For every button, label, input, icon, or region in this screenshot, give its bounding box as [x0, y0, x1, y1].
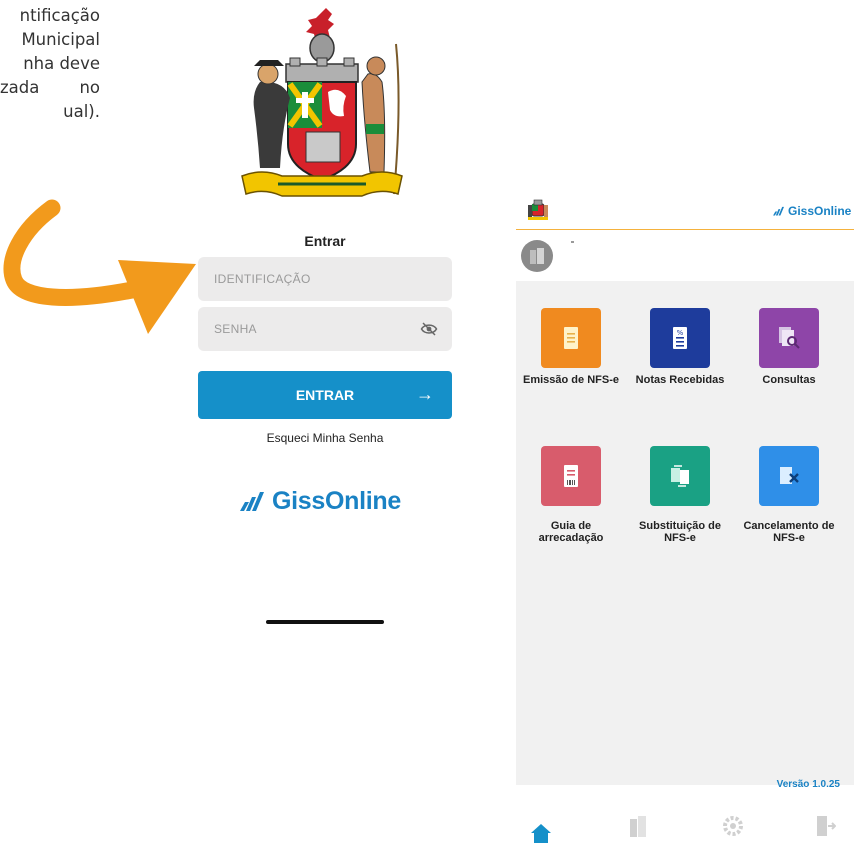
coat-of-arms-small-icon: [528, 199, 548, 220]
app-brand-wordmark: GissOnline: [788, 204, 852, 218]
cancellation-tile[interactable]: [759, 446, 819, 506]
gissonline-logo: GissOnline: [238, 484, 418, 518]
gissonline-wordmark: GissOnline: [272, 486, 401, 515]
app-brand: GissOnline: [772, 204, 851, 218]
enter-button[interactable]: ENTRAR →: [198, 371, 452, 419]
identification-input[interactable]: [212, 271, 438, 287]
building-icon[interactable]: [627, 815, 649, 837]
password-field[interactable]: [198, 307, 452, 351]
bottom-navigation: [516, 805, 854, 861]
home-icon[interactable]: [530, 822, 552, 844]
home-indicator: [266, 620, 384, 624]
cancel-document-icon: [780, 467, 799, 484]
forgot-password-link[interactable]: Esqueci Minha Senha: [198, 431, 452, 445]
received-notes-label[interactable]: Notas Recebidas: [630, 374, 730, 386]
building-icon: [530, 248, 544, 264]
replacement-tile[interactable]: [650, 446, 710, 506]
text-line: nha deve: [23, 54, 100, 73]
header-divider: [516, 229, 854, 230]
payment-slip-tile[interactable]: [541, 446, 601, 506]
cropped-instruction-text: ntificação Municipal nha deve zada no ua…: [0, 4, 100, 124]
payment-slip-icon: [564, 465, 578, 487]
login-title: Entrar: [304, 233, 346, 249]
gear-icon[interactable]: [722, 815, 744, 837]
received-notes-tile[interactable]: %: [650, 308, 710, 368]
enter-button-label: ENTRAR: [295, 387, 355, 403]
arrow-right-icon: →: [416, 384, 434, 404]
replacement-label[interactable]: Substituição de NFS-e: [630, 520, 730, 544]
eye-off-icon[interactable]: [420, 321, 438, 337]
password-input[interactable]: [212, 321, 420, 337]
cancellation-label[interactable]: Cancelamento de NFS-e: [739, 520, 839, 544]
text-word: no: [79, 78, 100, 97]
document-icon: [564, 327, 578, 349]
received-notes-icon: %: [673, 327, 687, 349]
logout-icon[interactable]: [814, 815, 836, 837]
gissonline-mark-icon: [773, 206, 784, 216]
emission-tile[interactable]: [541, 308, 601, 368]
company-name-placeholder: [571, 241, 574, 243]
svg-text:%: %: [677, 329, 684, 337]
app-version: Versão 1.0.25: [776, 779, 840, 790]
emission-label[interactable]: Emissão de NFS-e: [521, 374, 621, 386]
text-line: Municipal: [21, 30, 100, 49]
payment-slip-label[interactable]: Guia de arrecadação: [521, 520, 621, 544]
company-avatar[interactable]: [521, 240, 553, 272]
pointing-arrow-icon: [3, 199, 196, 334]
text-line: zada no: [0, 76, 100, 100]
consultations-label[interactable]: Consultas: [739, 374, 839, 386]
coat-of-arms-icon: [241, 8, 403, 197]
text-word: zada: [0, 78, 40, 97]
search-documents-icon: [779, 327, 800, 349]
consultations-tile[interactable]: [759, 308, 819, 368]
gissonline-mark-icon: [240, 492, 264, 511]
identification-field[interactable]: [198, 257, 452, 301]
text-line: ntificação: [19, 6, 100, 25]
replace-document-icon: [671, 465, 689, 487]
text-line: ual).: [63, 102, 100, 121]
